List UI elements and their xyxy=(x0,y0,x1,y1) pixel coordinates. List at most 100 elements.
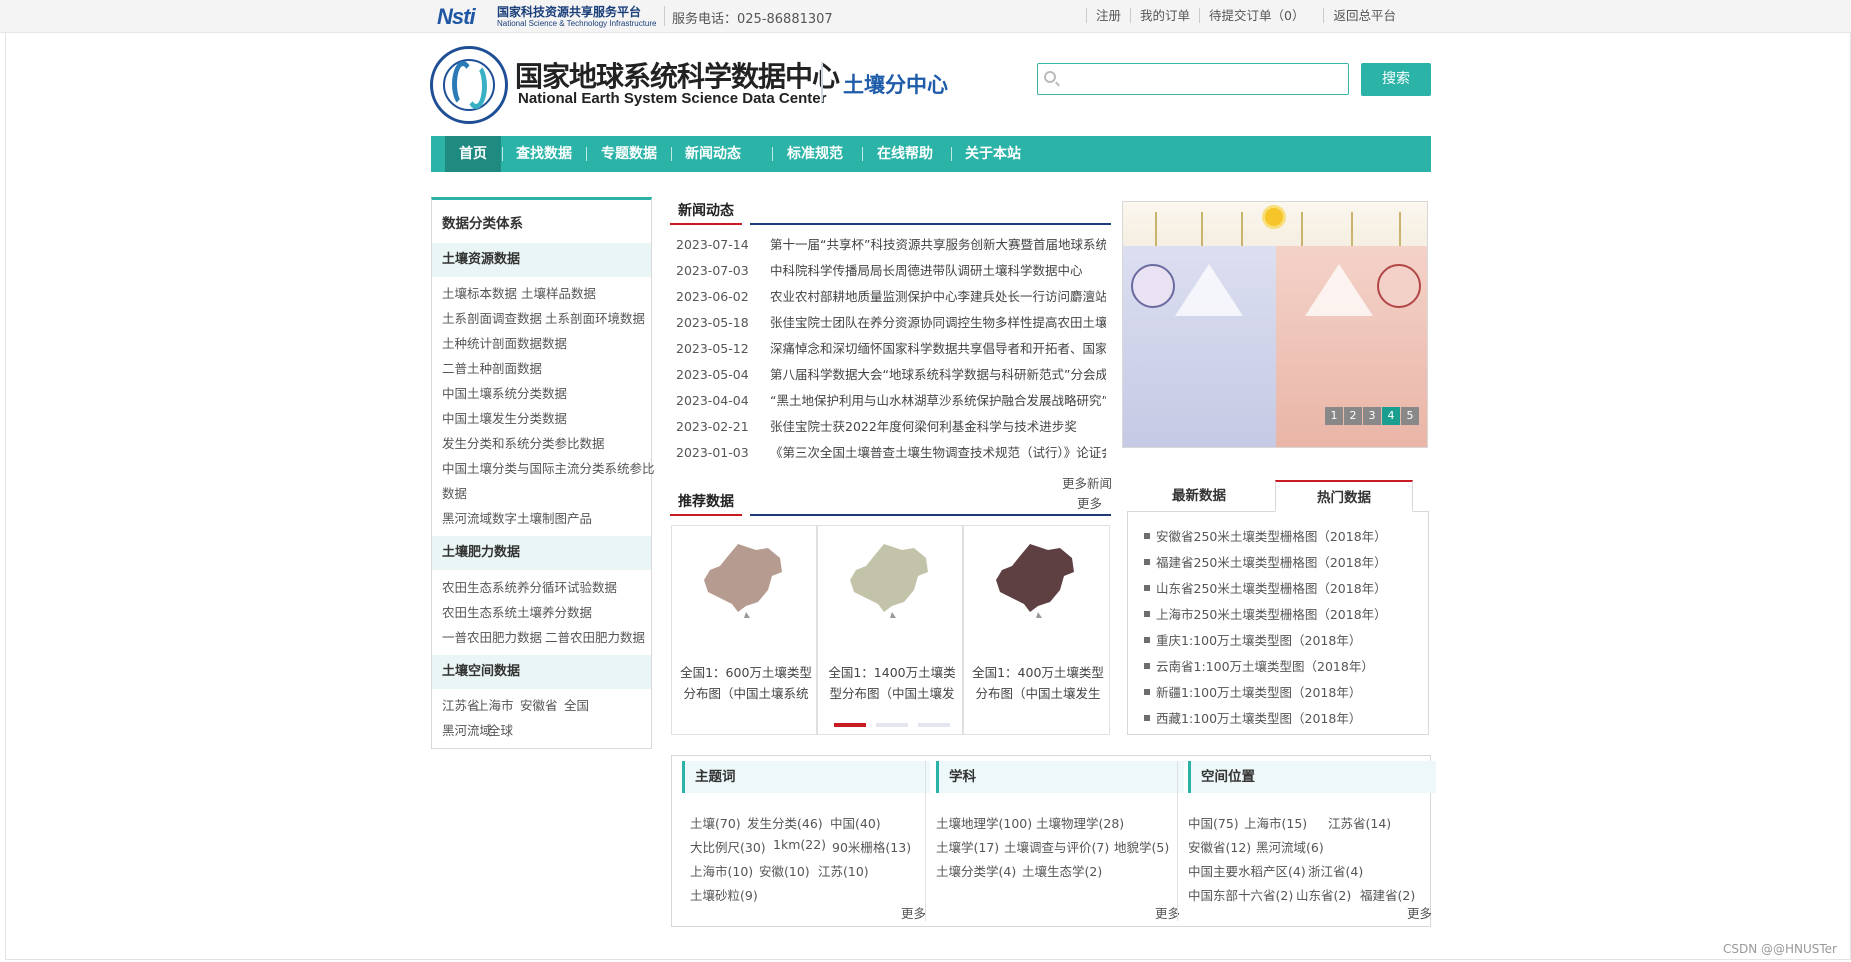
banner-page-active[interactable]: 4 xyxy=(1382,407,1400,425)
return-platform-link[interactable]: 返回总平台 xyxy=(1323,8,1405,23)
hot-data-item[interactable]: 上海市250米土壤类型栅格图（2018年） xyxy=(1144,604,1387,623)
search-box[interactable] xyxy=(1037,63,1349,95)
recommend-caption[interactable]: 全国1：1400万土壤类型分布图（中国土壤发 xyxy=(826,662,958,704)
cat-link[interactable]: 土系剖面环境数据 xyxy=(545,308,645,327)
hot-data-item[interactable]: 云南省1:100万土壤类型图（2018年） xyxy=(1144,656,1374,675)
banner-page[interactable]: 5 xyxy=(1401,407,1419,425)
hot-data-item[interactable]: 重庆1:100万土壤类型图（2018年） xyxy=(1144,630,1361,649)
recommend-card[interactable]: 全国1：600万土壤类型分布图（中国土壤系统 xyxy=(671,525,817,735)
subject-tag[interactable]: 土壤生态学(2) xyxy=(1022,861,1102,880)
cat-link[interactable]: 江苏省 xyxy=(442,695,480,714)
my-orders-link[interactable]: 我的订单 xyxy=(1130,8,1199,23)
cat-link[interactable]: 一普农田肥力数据 xyxy=(442,627,542,646)
cat-link[interactable]: 二普土种剖面数据 xyxy=(442,358,542,377)
news-item[interactable]: 2023-05-04 第八届科学数据大会“地球系统科学数据与科研新范式”分会成功 xyxy=(676,362,1106,388)
keyword-tag[interactable]: 发生分类(46) xyxy=(747,813,823,832)
search-button[interactable]: 搜索 xyxy=(1361,63,1431,96)
hot-data-item[interactable]: 西藏1:100万土壤类型图（2018年） xyxy=(1144,708,1361,727)
cat-link[interactable]: 土壤样品数据 xyxy=(521,283,596,302)
group-soil-resources[interactable]: 土壤资源数据 xyxy=(432,243,651,277)
cat-link[interactable]: 黑河流域 xyxy=(442,720,492,739)
place-tag[interactable]: 山东省(2) xyxy=(1296,885,1351,904)
places-more-link[interactable]: 更多 xyxy=(1407,903,1432,922)
hot-data-item[interactable]: 安徽省250米土壤类型栅格图（2018年） xyxy=(1144,526,1387,545)
banner-page[interactable]: 3 xyxy=(1363,407,1381,425)
news-link[interactable]: 《第三次全国土壤普查土壤生物调查技术规范（试行）》论证会 xyxy=(770,445,1106,460)
cat-link[interactable]: 中国土壤发生分类数据 xyxy=(442,408,567,427)
place-tag[interactable]: 上海市(15) xyxy=(1244,813,1307,832)
news-link[interactable]: 第十一届“共享杯”科技资源共享服务创新大赛暨首届地球系统科 xyxy=(770,237,1106,252)
subject-tag[interactable]: 土壤分类学(4) xyxy=(936,861,1016,880)
cat-link[interactable]: 全球 xyxy=(488,720,513,739)
place-tag[interactable]: 中国东部十六省(2) xyxy=(1188,885,1293,904)
keyword-tag[interactable]: 土壤(70) xyxy=(690,813,741,832)
keyword-tag[interactable]: 江苏(10) xyxy=(818,861,869,880)
cat-link[interactable]: 发生分类和系统分类参比数据 xyxy=(442,433,605,452)
nav-standards[interactable]: 标准规范 xyxy=(781,136,849,172)
keyword-tag[interactable]: 90米栅格(13) xyxy=(832,837,911,856)
news-link[interactable]: 第八届科学数据大会“地球系统科学数据与科研新范式”分会成功 xyxy=(770,367,1106,382)
keyword-tag[interactable]: 土壤砂粒(9) xyxy=(690,885,758,904)
place-tag[interactable]: 黑河流域(6) xyxy=(1256,837,1324,856)
carousel-dot[interactable] xyxy=(834,723,866,727)
search-input[interactable] xyxy=(1062,66,1342,92)
research-banner[interactable]: 1 2 3 4 5 xyxy=(1122,201,1428,448)
subject-tag[interactable]: 土壤物理学(28) xyxy=(1036,813,1124,832)
data-center-logo[interactable] xyxy=(430,46,508,124)
nav-home[interactable]: 首页 xyxy=(445,136,501,172)
hot-data-item[interactable]: 福建省250米土壤类型栅格图（2018年） xyxy=(1144,552,1387,571)
cat-link[interactable]: 农田生态系统土壤养分数据 xyxy=(442,602,592,621)
news-link[interactable]: 中科院科学传播局局长周德进带队调研土壤科学数据中心 xyxy=(770,263,1083,278)
pending-orders-link[interactable]: 待提交订单（0） xyxy=(1199,8,1313,23)
place-tag[interactable]: 浙江省(4) xyxy=(1308,861,1363,880)
register-link[interactable]: 注册 xyxy=(1085,8,1130,23)
carousel-dot[interactable] xyxy=(918,723,950,727)
cat-link[interactable]: 上海市 xyxy=(476,695,514,714)
keyword-tag[interactable]: 1km(22) xyxy=(773,837,826,852)
tab-hot-data[interactable]: 热门数据 xyxy=(1275,480,1413,512)
news-item[interactable]: 2023-07-14 第十一届“共享杯”科技资源共享服务创新大赛暨首届地球系统科 xyxy=(676,232,1106,258)
banner-page[interactable]: 1 xyxy=(1325,407,1343,425)
keyword-tag[interactable]: 上海市(10) xyxy=(690,861,753,880)
carousel-dot[interactable] xyxy=(876,723,908,727)
hot-data-item[interactable]: 山东省250米土壤类型栅格图（2018年） xyxy=(1144,578,1387,597)
news-link[interactable]: 张佳宝院士团队在养分资源协同调控生物多样性提高农田土壤生 xyxy=(770,315,1106,330)
cat-link[interactable]: 农田生态系统养分循环试验数据 xyxy=(442,577,617,596)
recommend-caption[interactable]: 全国1：600万土壤类型分布图（中国土壤系统 xyxy=(680,662,812,704)
nav-find-data[interactable]: 查找数据 xyxy=(511,136,577,172)
subject-tag[interactable]: 地貌学(5) xyxy=(1114,837,1169,856)
nav-news[interactable]: 新闻动态 xyxy=(679,136,747,172)
group-soil-fertility[interactable]: 土壤肥力数据 xyxy=(432,536,651,570)
keyword-tag[interactable]: 大比例尺(30) xyxy=(690,837,766,856)
news-item[interactable]: 2023-05-12 深痛悼念和深切缅怀国家科学数据共享倡导者和开拓者、国家地 xyxy=(676,336,1106,362)
nav-topic-data[interactable]: 专题数据 xyxy=(595,136,663,172)
nav-about[interactable]: 关于本站 xyxy=(959,136,1027,172)
news-link[interactable]: 农业农村部耕地质量监测保护中心李建兵处长一行访问麝澶站 xyxy=(770,289,1106,304)
nav-help[interactable]: 在线帮助 xyxy=(871,136,939,172)
cat-link[interactable]: 数据 xyxy=(442,483,467,502)
place-tag[interactable]: 中国(75) xyxy=(1188,813,1239,832)
place-tag[interactable]: 江苏省(14) xyxy=(1328,813,1391,832)
cat-link[interactable]: 安徽省 xyxy=(520,695,558,714)
nsti-logo[interactable]: Nsti 国家科技资源共享服务平台 National Science & Tec… xyxy=(437,2,657,30)
place-tag[interactable]: 中国主要水稻产区(4) xyxy=(1188,861,1306,880)
news-item[interactable]: 2023-06-02 农业农村部耕地质量监测保护中心李建兵处长一行访问麝澶站 xyxy=(676,284,1106,310)
news-item[interactable]: 2023-04-04 “黑土地保护利用与山水林湖草沙系统保护融合发展战略研究”项 xyxy=(676,388,1106,414)
hot-data-item[interactable]: 新疆1:100万土壤类型图（2018年） xyxy=(1144,682,1361,701)
news-item[interactable]: 2023-02-21 张佳宝院士获2022年度何梁何利基金科学与技术进步奖 xyxy=(676,414,1106,440)
news-item[interactable]: 2023-05-18 张佳宝院士团队在养分资源协同调控生物多样性提高农田土壤生 xyxy=(676,310,1106,336)
keywords-more-link[interactable]: 更多 xyxy=(901,903,926,922)
news-link[interactable]: 深痛悼念和深切缅怀国家科学数据共享倡导者和开拓者、国家地 xyxy=(770,341,1106,356)
place-tag[interactable]: 福建省(2) xyxy=(1360,885,1415,904)
tab-latest-data[interactable]: 最新数据 xyxy=(1137,480,1261,512)
cat-link[interactable]: 中国土壤分类与国际主流分类系统参比 xyxy=(442,458,655,477)
cat-link[interactable]: 全国 xyxy=(564,695,589,714)
cat-link[interactable]: 二普农田肥力数据 xyxy=(545,627,645,646)
cat-link[interactable]: 黑河流域数字土壤制图产品 xyxy=(442,508,592,527)
subject-tag[interactable]: 土壤地理学(100) xyxy=(936,813,1032,832)
news-link[interactable]: 张佳宝院士获2022年度何梁何利基金科学与技术进步奖 xyxy=(770,419,1077,434)
news-item[interactable]: 2023-07-03 中科院科学传播局局长周德进带队调研土壤科学数据中心 xyxy=(676,258,1106,284)
place-tag[interactable]: 安徽省(12) xyxy=(1188,837,1251,856)
keyword-tag[interactable]: 中国(40) xyxy=(830,813,881,832)
keyword-tag[interactable]: 安徽(10) xyxy=(759,861,810,880)
